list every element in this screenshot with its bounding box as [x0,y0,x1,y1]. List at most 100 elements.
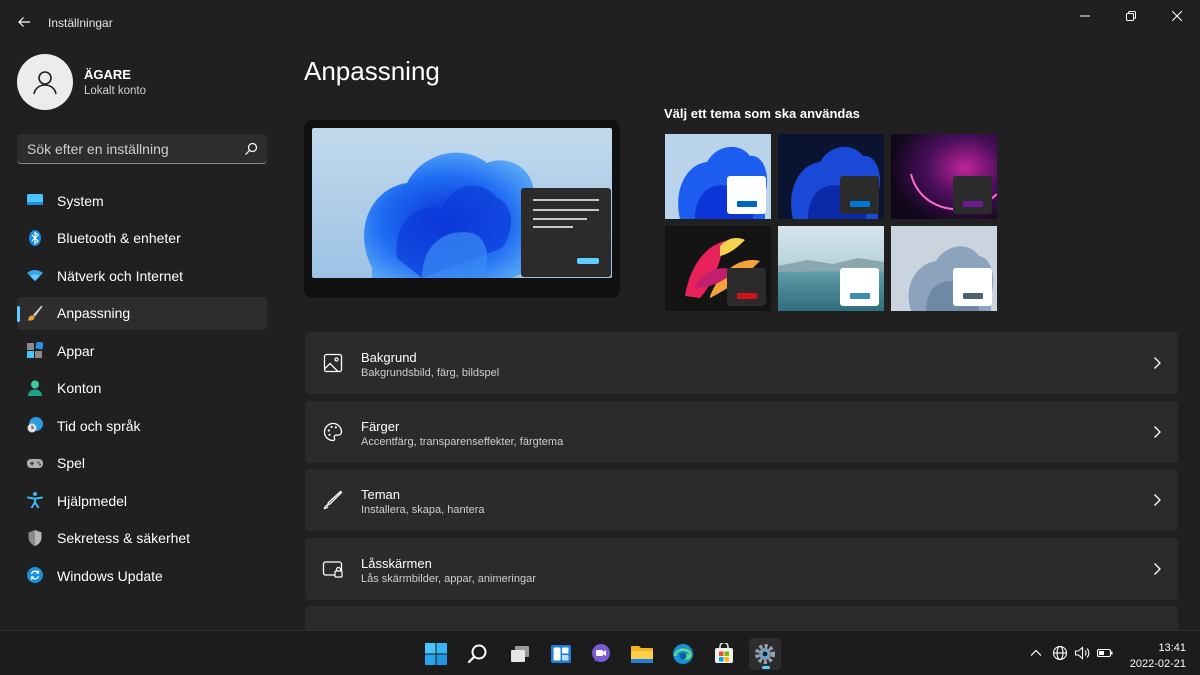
sidebar-item-bluetooth[interactable]: Bluetooth & enheter [17,222,267,255]
active-app-indicator [762,666,770,669]
window-controls [1062,0,1200,32]
taskbar-chat-button[interactable] [585,638,617,670]
sidebar-item-gaming[interactable]: Spel [17,447,267,480]
chevron-up-icon[interactable] [1028,645,1044,661]
theme-accent-bar [963,201,983,207]
volume-icon[interactable] [1074,645,1090,661]
chevron-right-icon [1154,425,1161,438]
edge-browser-icon [673,644,693,664]
brush-icon [27,305,43,320]
theme-captured-motion[interactable] [665,226,771,311]
sidebar-item-personalization[interactable]: Anpassning [17,296,267,330]
bluetooth-icon [29,229,41,246]
taskbar: 13:41 2022-02-21 [0,630,1200,675]
accessibility-icon [27,492,43,508]
chevron-right-icon [1154,494,1161,506]
sidebar-item-privacy[interactable]: Sekretess & säkerhet [17,522,267,555]
theme-flow[interactable] [891,226,997,311]
preview-line [533,218,587,220]
theme-windows-dark[interactable] [778,134,884,219]
theme-glow[interactable] [891,134,997,219]
apps-icon [27,342,43,358]
back-button[interactable] [10,8,38,36]
theme-window-preview [840,176,879,214]
image-icon [323,353,343,373]
user-profile[interactable]: ÄGARE Lokalt konto [17,54,146,110]
card-title: Låsskärmen [361,555,432,571]
close-button[interactable] [1154,0,1200,32]
card-themes[interactable]: Teman Installera, skapa, hantera [305,469,1178,531]
preview-wallpaper [312,128,612,278]
chat-icon [592,644,610,662]
preview-line [533,226,573,228]
sidebar-item-label: Nätverk och Internet [57,267,184,284]
profile-text: ÄGARE Lokalt konto [84,67,146,97]
minimize-button[interactable] [1062,0,1108,32]
taskbar-start-button[interactable] [420,638,452,670]
taskbar-file-explorer-button[interactable] [626,638,658,670]
taskbar-settings-button[interactable] [749,638,781,670]
theme-sunrise[interactable] [778,226,884,311]
card-partial[interactable] [305,606,1178,630]
folder-icon [631,646,653,663]
taskbar-task-view-button[interactable] [504,638,536,670]
sidebar-item-label: Appar [57,342,95,359]
theme-window-preview [727,268,766,306]
card-subtitle: Bakgrundsbild, färg, bildspel [361,367,500,379]
taskbar-store-button[interactable] [708,638,740,670]
theme-accent-bar [963,293,983,299]
theme-accent-bar [737,201,757,207]
app-title: Inställningar [48,16,113,30]
clock-time: 13:41 [1158,642,1186,654]
system-clock[interactable]: 13:41 2022-02-21 [1130,640,1186,672]
taskbar-search-button[interactable] [462,638,494,670]
preview-line [533,209,599,211]
sidebar-item-system[interactable]: System [17,184,267,217]
theme-accent-bar [737,293,757,299]
lockscreen-icon [322,560,343,578]
system-icon [27,194,43,205]
sidebar-item-time-language[interactable]: Tid och språk [17,409,267,442]
clock-globe-icon [27,417,43,433]
card-subtitle: Installera, skapa, hantera [361,504,485,516]
theme-window-preview [953,268,992,306]
battery-icon[interactable] [1097,645,1113,661]
close-icon [1172,11,1182,21]
card-subtitle: Accentfärg, transparenseffekter, färgtem… [361,435,564,448]
palette-icon [323,422,343,441]
globe-network-icon[interactable] [1052,645,1068,661]
theme-window-preview [953,176,992,214]
card-title: Färger [361,418,400,434]
taskbar-edge-button[interactable] [667,638,699,670]
chevron-right-icon [1154,562,1161,575]
search-input[interactable] [17,134,237,163]
sidebar-item-network[interactable]: Nätverk och Internet [17,259,267,292]
sidebar-item-accessibility[interactable]: Hjälpmedel [17,484,267,517]
preview-button [577,258,599,264]
search-icon[interactable] [243,141,259,157]
card-title: Teman [361,487,401,502]
sidebar-item-label: Konton [57,380,102,396]
search-box [17,134,267,164]
maximize-button[interactable] [1108,0,1154,32]
card-background[interactable]: Bakgrund Bakgrundsbild, färg, bildspel [305,332,1178,394]
sidebar-item-label: Tid och språk [57,417,141,434]
sidebar-item-windows-update[interactable]: Windows Update [17,559,267,592]
theme-accent-bar [850,201,870,207]
taskbar-widgets-button[interactable] [545,638,577,670]
page-title: Anpassning [304,56,440,86]
card-colors[interactable]: Färger Accentfärg, transparenseffekter, … [305,400,1178,463]
sidebar-item-label: Anpassning [57,305,131,321]
card-lock-screen[interactable]: Låsskärmen Lås skärmbilder, appar, anime… [305,537,1178,600]
sidebar-item-accounts[interactable]: Konton [17,372,267,405]
theme-windows-light[interactable] [665,134,771,219]
sidebar-item-apps[interactable]: Appar [17,334,267,367]
sidebar-item-label: Sekretess & säkerhet [57,530,191,546]
card-subtitle: Lås skärmbilder, appar, animeringar [361,572,536,585]
card-title: Bakgrund [361,350,417,365]
theme-window-preview [840,268,879,306]
sidebar-nav: System Bluetooth & enheter Nätverk och I… [17,184,267,597]
gamepad-icon [27,458,43,468]
gear-icon [755,644,775,664]
avatar [17,54,73,110]
